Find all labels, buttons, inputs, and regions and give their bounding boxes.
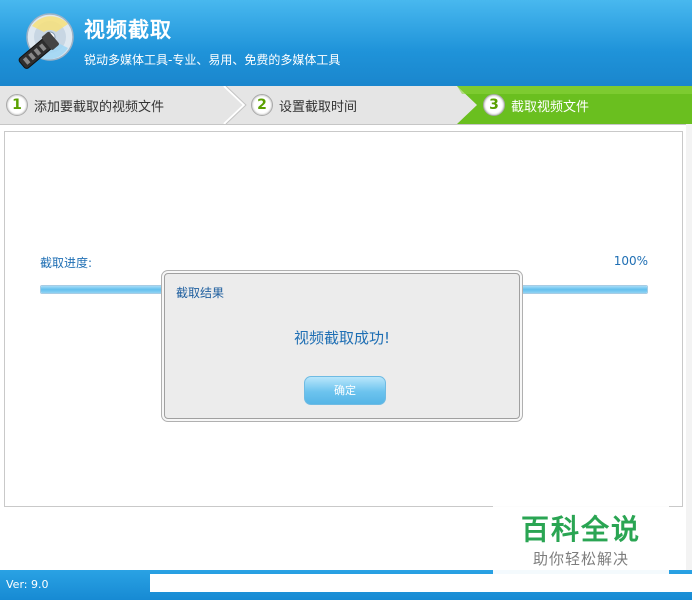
app-window: 视频截取 锐动多媒体工具-专业、易用、免费的多媒体工具 1 添加要截取的视频文件… xyxy=(0,0,692,600)
version-label: Ver: 9.0 xyxy=(6,578,49,591)
video-clip-logo-icon xyxy=(18,13,74,69)
window-edge-strip xyxy=(686,124,692,570)
step-2-number-badge: 2 xyxy=(251,94,273,116)
watermark-main-text: 百科全说 xyxy=(520,513,641,546)
result-dialog: 截取结果 视频截取成功! 确定 xyxy=(164,273,520,419)
step-2-label: 设置截取时间 xyxy=(279,99,358,115)
app-header: 视频截取 锐动多媒体工具-专业、易用、免费的多媒体工具 xyxy=(0,0,692,86)
status-strip xyxy=(150,574,692,592)
watermark: 百科全说 助你轻松解决 xyxy=(493,498,669,576)
ok-button[interactable]: 确定 xyxy=(304,376,386,405)
step-1-label: 添加要截取的视频文件 xyxy=(34,99,165,115)
dialog-title: 截取结果 xyxy=(176,286,225,300)
app-title: 视频截取 xyxy=(84,18,172,42)
step-3: 3 截取视频文件 xyxy=(483,86,589,124)
step-1-number-badge: 1 xyxy=(6,94,28,116)
step-3-label: 截取视频文件 xyxy=(511,99,590,115)
progress-label: 截取进度: xyxy=(40,256,93,270)
step-3-number-badge: 3 xyxy=(483,94,505,116)
step-2: 2 设置截取时间 xyxy=(251,86,357,124)
step-1: 1 添加要截取的视频文件 xyxy=(6,86,164,124)
dialog-message: 视频截取成功! xyxy=(293,329,390,347)
watermark-sub-text: 助你轻松解决 xyxy=(532,550,629,568)
progress-percent: 100% xyxy=(613,254,648,268)
step-bar: 1 添加要截取的视频文件 2 设置截取时间 3 截取视频文件 xyxy=(0,86,692,125)
app-subtitle: 锐动多媒体工具-专业、易用、免费的多媒体工具 xyxy=(84,53,341,67)
